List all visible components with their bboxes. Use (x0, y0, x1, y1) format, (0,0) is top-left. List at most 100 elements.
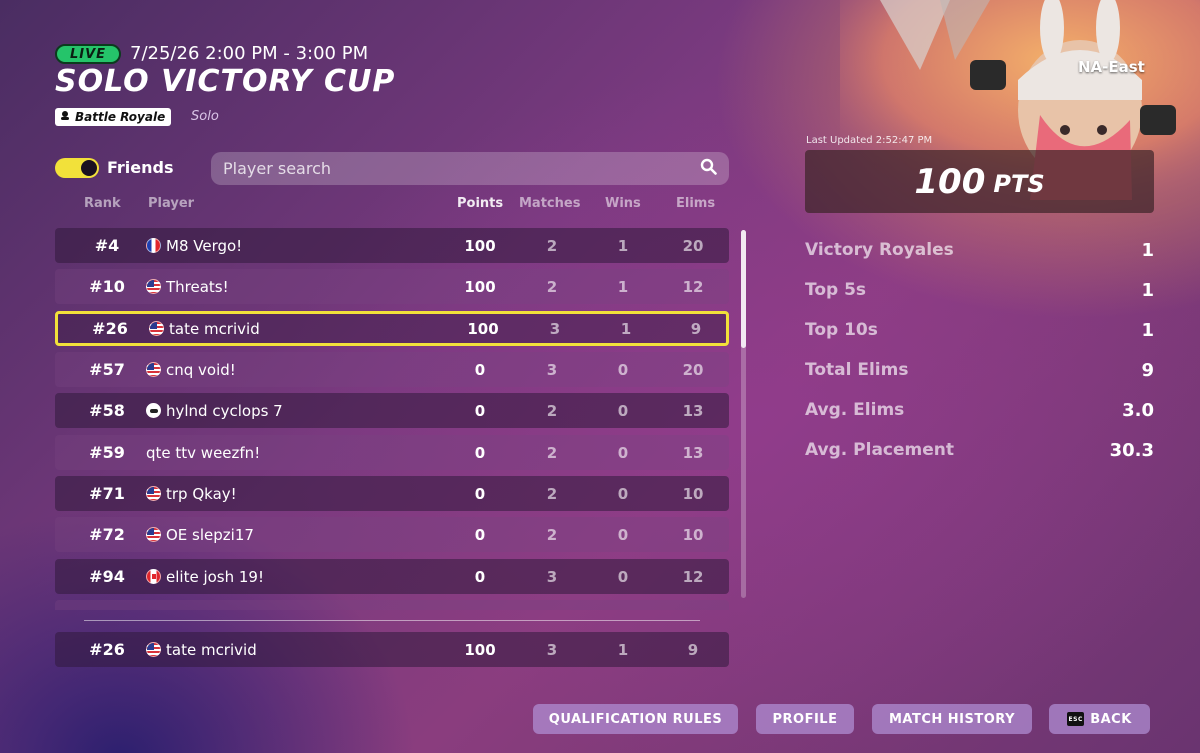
stat-value-victory-royales: 1 (1141, 240, 1154, 261)
points: 0 (474, 525, 486, 544)
player-cell: M8 Vergo! (146, 228, 242, 263)
matches: 2 (546, 277, 558, 296)
points: 100 (464, 640, 496, 659)
points-total-value: 100 (914, 161, 986, 202)
back-button[interactable]: ESC BACK (1049, 704, 1150, 734)
us-flag-icon (146, 279, 161, 294)
table-row[interactable]: #59 qte ttv weezfn! 0 2 0 13 (55, 435, 729, 470)
rank: #4 (94, 236, 120, 255)
us-flag-icon (149, 321, 164, 336)
stat-label-top-5s: Top 5s (805, 280, 867, 300)
table-row[interactable]: #71 trp Qkay! 0 2 0 10 (55, 476, 729, 511)
wins: 1 (617, 640, 629, 659)
column-header-points[interactable]: Points (457, 196, 503, 211)
points: 0 (474, 484, 486, 503)
elims: 12 (682, 567, 704, 586)
match-history-button[interactable]: MATCH HISTORY (872, 704, 1032, 734)
points: 100 (464, 277, 496, 296)
stat-label-top-10s: Top 10s (805, 320, 878, 340)
stat-label-avg-elims: Avg. Elims (805, 400, 905, 420)
divider (84, 620, 700, 621)
wins: 0 (617, 484, 629, 503)
leaderboard-list: #4 M8 Vergo! 100 2 1 20 #10 Threats! 100 2 1 12 #26 t… (55, 228, 729, 610)
player-name: cnq void! (166, 360, 236, 379)
player-name: OE slepzi17 (166, 525, 254, 544)
matches: 2 (546, 401, 558, 420)
rank: #57 (89, 360, 125, 379)
player-cell: tate mcrivid (146, 632, 257, 667)
table-row[interactable]: #72 OE slepzi17 0 2 0 10 (55, 517, 729, 552)
matches: 3 (546, 640, 558, 659)
player-name: qte ttv weezfn! (146, 443, 261, 462)
stat-value-top-5s: 1 (1141, 280, 1154, 301)
points: 100 (467, 319, 499, 338)
wins: 0 (617, 567, 629, 586)
rank: #26 (92, 319, 128, 338)
table-row[interactable]: #94 elite josh 19! 0 3 0 12 (55, 559, 729, 594)
rank: #71 (89, 484, 125, 503)
column-header-wins[interactable]: Wins (605, 196, 641, 211)
matches: 2 (546, 484, 558, 503)
esc-key-icon: ESC (1067, 712, 1085, 726)
event-title: SOLO VICTORY CUP (55, 64, 396, 99)
table-row[interactable] (55, 600, 729, 610)
player-cell: OE slepzi17 (146, 517, 254, 552)
region-label: NA-East (1078, 58, 1145, 76)
wins: 1 (620, 319, 632, 338)
scrollbar-thumb[interactable] (741, 230, 746, 348)
stat-value-avg-elims: 3.0 (1122, 400, 1154, 421)
last-updated: Last Updated 2:52:47 PM (806, 135, 933, 146)
elims: 13 (682, 443, 704, 462)
player-search-box (211, 152, 729, 185)
player-search-input[interactable] (223, 159, 700, 178)
qualification-rules-button[interactable]: QUALIFICATION RULES (533, 704, 738, 734)
player-name: Threats! (166, 277, 229, 296)
matches: 3 (546, 567, 558, 586)
profile-button[interactable]: PROFILE (756, 704, 854, 734)
mode-badge: Battle Royale (55, 108, 172, 126)
friends-toggle[interactable] (55, 158, 99, 178)
player-name: elite josh 19! (166, 567, 264, 586)
table-row[interactable]: #57 cnq void! 0 3 0 20 (55, 352, 729, 387)
matches: 2 (546, 525, 558, 544)
search-icon[interactable] (700, 158, 717, 179)
friends-label: Friends (107, 158, 174, 177)
wins: 0 (617, 525, 629, 544)
us-flag-icon (146, 642, 161, 657)
table-row[interactable]: #10 Threats! 100 2 1 12 (55, 269, 729, 304)
player-cell: Threats! (146, 269, 229, 304)
battle-royale-icon (59, 110, 71, 124)
toggle-knob (81, 160, 97, 176)
wins: 0 (617, 401, 629, 420)
points: 0 (474, 360, 486, 379)
rank: #58 (89, 401, 125, 420)
player-cell: tate mcrivid (149, 314, 260, 343)
elims: 10 (682, 484, 704, 503)
mode-label: Battle Royale (75, 110, 166, 124)
points-total-unit: PTS (993, 169, 1045, 198)
wins: 0 (617, 360, 629, 379)
table-row[interactable]: #58 hylnd cyclops 7 0 2 0 13 (55, 393, 729, 428)
elims: 20 (682, 360, 704, 379)
rank: #59 (89, 443, 125, 462)
us-flag-icon (146, 362, 161, 377)
player-cell: hylnd cyclops 7 (146, 393, 283, 428)
column-header-matches[interactable]: Matches (519, 196, 580, 211)
us-flag-icon (146, 486, 161, 501)
table-row[interactable]: #26 tate mcrivid 100 3 1 9 (55, 311, 729, 346)
stat-label-total-elims: Total Elims (805, 360, 909, 380)
player-cell: qte ttv weezfn! (146, 435, 260, 470)
player-name: tate mcrivid (169, 319, 260, 338)
player-cell: elite josh 19! (146, 559, 264, 594)
table-row[interactable]: #4 M8 Vergo! 100 2 1 20 (55, 228, 729, 263)
player-cell: trp Qkay! (146, 476, 237, 511)
stat-value-top-10s: 1 (1141, 320, 1154, 341)
rank: #26 (89, 640, 125, 659)
points-total-box: 100 PTS (805, 150, 1154, 213)
current-player-row[interactable]: #26 tate mcrivid 100 3 1 9 (55, 632, 729, 667)
points: 0 (474, 567, 486, 586)
column-header-elims[interactable]: Elims (676, 196, 715, 211)
stat-value-avg-placement: 30.3 (1109, 440, 1154, 461)
canada-flag-icon (146, 569, 161, 584)
points: 0 (474, 443, 486, 462)
